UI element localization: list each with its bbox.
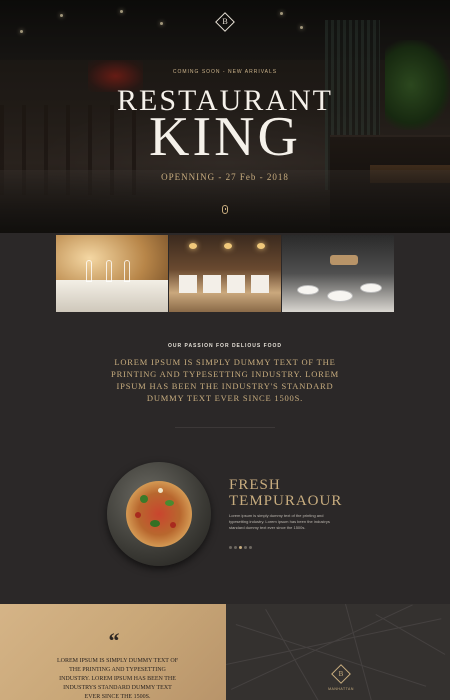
mouse-scroll-icon[interactable] xyxy=(222,205,228,214)
opening-date: OPENNING - 27 Feb - 2018 xyxy=(161,172,289,182)
basil-topping xyxy=(165,500,174,506)
gallery-image-dining[interactable] xyxy=(56,235,168,312)
map-road xyxy=(345,604,375,700)
wine-glass xyxy=(86,260,92,282)
coming-soon-label: COMING SOON - NEW ARRIVALS xyxy=(172,69,278,75)
basil-topping xyxy=(150,520,160,527)
map-road xyxy=(231,604,413,690)
gallery-image-interior[interactable] xyxy=(169,235,281,312)
cheese-topping xyxy=(158,488,163,493)
slider-dot[interactable] xyxy=(249,546,252,549)
basil-topping xyxy=(140,495,148,503)
feature-title: FRESH TEMPURAOUR xyxy=(229,477,343,509)
tomato-topping xyxy=(170,522,176,528)
wine-glass xyxy=(124,260,130,282)
map-marker-letter: B xyxy=(338,670,344,678)
map-label: MANHATTAN xyxy=(328,687,354,691)
slider-dot[interactable] xyxy=(244,546,247,549)
feature-description: Lorem ipsum is simply dummy text of the … xyxy=(229,513,330,530)
quote-icon: “ xyxy=(108,628,120,653)
pendant-lamp xyxy=(189,243,197,249)
tablecloth xyxy=(56,280,168,312)
dessert-plate xyxy=(297,285,319,295)
wine-glass xyxy=(106,260,112,282)
dining-tables xyxy=(179,275,274,293)
dessert-plate xyxy=(327,290,353,302)
testimonial-text: Lorem Ipsum is simply dummy text of the … xyxy=(56,658,179,700)
dessert-plate xyxy=(360,283,382,293)
hero-title-line2: KING xyxy=(149,106,301,168)
slider-dot[interactable] xyxy=(234,546,237,549)
slider-dot[interactable] xyxy=(229,546,232,549)
tomato-topping xyxy=(135,512,141,518)
pendant-lamp xyxy=(257,243,265,249)
gallery-image-desserts[interactable] xyxy=(282,235,394,312)
pendant-lamp xyxy=(224,243,232,249)
passion-text: Lorem Ipsum is simply dummy text of the … xyxy=(111,357,339,403)
map-panel[interactable] xyxy=(226,604,450,700)
passion-label: OUR PASSION FOR DELIOUS FOOD xyxy=(167,343,283,349)
cake xyxy=(330,255,358,265)
slider-dot-active[interactable] xyxy=(239,546,242,549)
section-divider xyxy=(175,427,275,428)
logo-letter: B xyxy=(222,17,228,26)
